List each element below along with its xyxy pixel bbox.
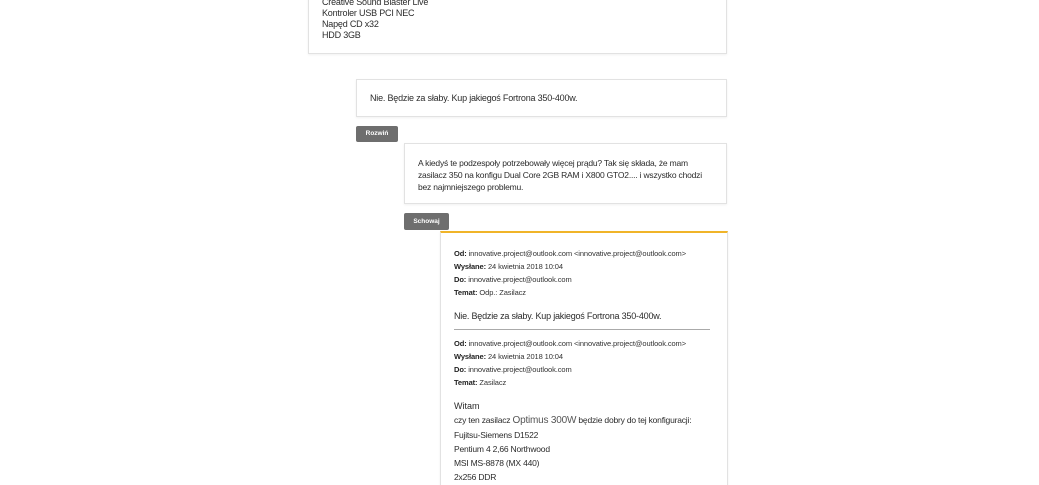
quoted-reply-text: Nie. Będzie za słaby. Kup jakiegoś Fortr… [454, 311, 662, 321]
divider [454, 329, 710, 330]
spec-line: HDD 3GB [322, 30, 361, 40]
email-header: Od: innovative.project@outlook.com <inno… [454, 337, 717, 389]
to-row: Do: innovative.project@outlook.com [454, 365, 572, 374]
subject-row: Temat: Odp.: Zasilacz [454, 288, 526, 297]
sent-row: Wysłane: 24 kwietnia 2018 10:04 [454, 262, 563, 271]
from-row: Od: innovative.project@outlook.com <inno… [454, 339, 686, 348]
greeting: Witam [454, 401, 480, 411]
reply-text: A kiedyś te podzespoły potrzebowały więc… [418, 158, 702, 192]
config-line: Fujitsu-Siemens D1522 [454, 430, 539, 440]
expand-button[interactable]: Rozwiń [356, 126, 398, 142]
spec-line: Napęd CD x32 [322, 19, 379, 29]
config-line: 2x256 DDR [454, 472, 497, 482]
reply-message-card: Nie. Będzie za słaby. Kup jakiegoś Fortr… [356, 79, 727, 117]
hide-button[interactable]: Schowaj [404, 213, 449, 230]
from-row: Od: innovative.project@outlook.com <inno… [454, 249, 686, 258]
config-line: Pentium 4 2,66 Northwood [454, 444, 550, 454]
nested-reply-card: A kiedyś te podzespoły potrzebowały więc… [404, 143, 727, 204]
previous-message-card: Creative Sound Blaster Live Kontroler US… [308, 0, 727, 54]
config-line: MSI MS-8878 (MX 440) [454, 458, 540, 468]
question-line: czy ten zasilacz Optimus 300W będzie dob… [454, 415, 692, 426]
spec-line: Creative Sound Blaster Live [322, 0, 429, 7]
sent-row: Wysłane: 24 kwietnia 2018 10:04 [454, 352, 563, 361]
quoted-email-card: Od: innovative.project@outlook.com <inno… [440, 231, 728, 485]
spec-line: Kontroler USB PCI NEC [322, 8, 415, 18]
to-row: Do: innovative.project@outlook.com [454, 275, 572, 284]
reply-text: Nie. Będzie za słaby. Kup jakiegoś Fortr… [370, 93, 578, 103]
subject-row: Temat: Zasilacz [454, 378, 507, 387]
psu-model: Optimus 300W [512, 415, 577, 426]
email-header: Od: innovative.project@outlook.com <inno… [454, 247, 717, 299]
